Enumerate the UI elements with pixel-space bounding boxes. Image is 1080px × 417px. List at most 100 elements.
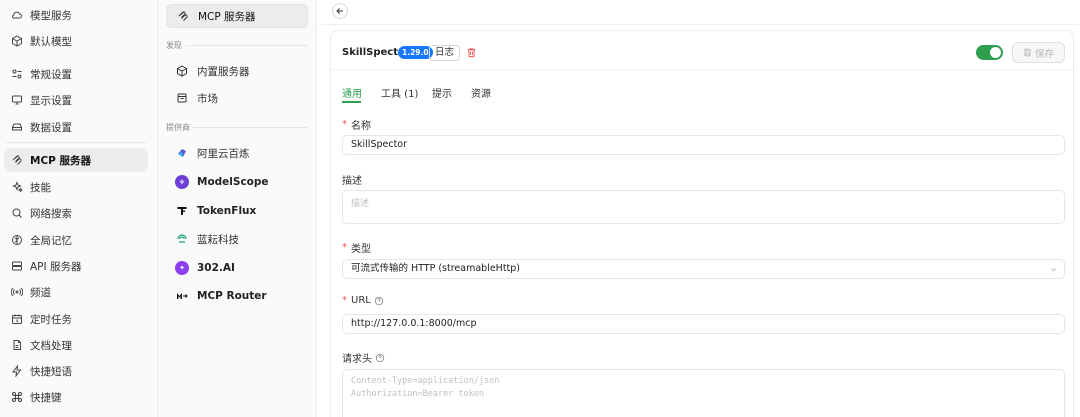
sidebar-item-scheduled-tasks[interactable]: 定时任务 bbox=[4, 307, 148, 331]
required-marker: * bbox=[342, 295, 347, 306]
hard-drive-icon bbox=[10, 120, 24, 134]
panel-item-provider-tokenflux[interactable]: TokenFlux bbox=[166, 199, 308, 223]
name-input[interactable]: SkillSpector bbox=[342, 135, 1065, 155]
panel-item-provider-lanyun[interactable]: 蓝耘科技 bbox=[166, 227, 308, 251]
panel-item-label: MCP Router bbox=[197, 290, 267, 302]
server-icon bbox=[10, 259, 24, 273]
url-label-text: URL bbox=[351, 295, 371, 306]
help-icon[interactable] bbox=[374, 296, 384, 306]
sidebar-item-quick-phrases[interactable]: 快捷短语 bbox=[4, 359, 148, 383]
panel-item-provider-mcp-router[interactable]: MCP Router bbox=[166, 284, 308, 308]
sidebar-item-default-model[interactable]: 默认模型 bbox=[4, 29, 148, 53]
description-placeholder: 描述 bbox=[351, 199, 370, 209]
sidebar-item-label: 模型服务 bbox=[30, 9, 72, 22]
sidebar-item-global-memory[interactable]: 全局记忆 bbox=[4, 228, 148, 252]
panel-item-label: 阿里云百炼 bbox=[197, 147, 250, 160]
type-field-label: * 类型 bbox=[342, 240, 371, 255]
url-field-label: * URL bbox=[342, 295, 384, 306]
tokenflux-logo-icon bbox=[175, 204, 189, 218]
headers-label-text: 请求头 bbox=[342, 354, 372, 365]
name-field-label: * 名称 bbox=[342, 117, 371, 132]
sidebar-item-mcp-servers[interactable]: MCP 服务器 bbox=[4, 148, 148, 172]
panel-item-label: ModelScope bbox=[197, 176, 269, 188]
panel-item-provider-302ai[interactable]: ✦ 302.AI bbox=[166, 256, 308, 280]
delete-button[interactable] bbox=[466, 47, 478, 59]
panel-item-label: TokenFlux bbox=[197, 205, 257, 217]
calendar-clock-icon bbox=[10, 312, 24, 326]
tab-general[interactable]: 通用 bbox=[342, 85, 362, 100]
toggle-knob bbox=[990, 47, 1001, 58]
providers-section-label: 提供商 bbox=[166, 123, 190, 132]
sidebar-item-data-settings[interactable]: 数据设置 bbox=[4, 115, 148, 139]
active-tab-indicator bbox=[342, 101, 361, 103]
sidebar-item-skills[interactable]: 技能 bbox=[4, 175, 148, 199]
description-textarea[interactable]: 描述 bbox=[342, 190, 1065, 224]
sidebar-item-channels[interactable]: 频道 bbox=[4, 280, 148, 304]
store-icon bbox=[175, 91, 189, 105]
modelscope-logo-icon: ⟡ bbox=[175, 175, 189, 189]
lanyun-logo-icon bbox=[175, 232, 189, 246]
sidebar-item-model-service[interactable]: 模型服务 bbox=[4, 3, 148, 27]
zap-icon bbox=[10, 364, 24, 378]
back-button[interactable] bbox=[332, 3, 348, 19]
sidebar-item-general-settings[interactable]: 常规设置 bbox=[4, 62, 148, 86]
headers-placeholder-line: Content-Type=application/json bbox=[351, 376, 500, 386]
headers-placeholder-line: Authorization=Bearer token bbox=[351, 389, 485, 399]
sidebar-item-label: 显示设置 bbox=[30, 94, 72, 107]
search-icon bbox=[10, 206, 24, 220]
name-label-text: 名称 bbox=[351, 121, 371, 132]
tab-tools[interactable]: 工具 (1) bbox=[381, 85, 418, 100]
help-icon[interactable] bbox=[375, 353, 385, 363]
logs-button[interactable]: 日志 bbox=[429, 45, 461, 61]
sidebar-item-display-settings[interactable]: 显示设置 bbox=[4, 88, 148, 112]
section-divider bbox=[186, 45, 308, 46]
sidebar-item-label: API 服务器 bbox=[30, 260, 82, 273]
panel-item-label: 市场 bbox=[197, 92, 218, 105]
sidebar-item-api-server[interactable]: API 服务器 bbox=[4, 254, 148, 278]
mcp-icon bbox=[10, 153, 24, 167]
settings-sliders-icon bbox=[10, 67, 24, 81]
sidebar-item-label: 全局记忆 bbox=[30, 234, 72, 247]
url-input[interactable]: http://127.0.0.1:8000/mcp bbox=[342, 314, 1065, 334]
panel-item-marketplace[interactable]: 市场 bbox=[166, 86, 308, 110]
sidebar-item-label: 数据设置 bbox=[30, 121, 72, 134]
header-divider bbox=[318, 24, 1080, 25]
panel-item-provider-bailian[interactable]: 阿里云百炼 bbox=[166, 141, 308, 165]
headers-field-label: 请求头 bbox=[342, 350, 385, 365]
sidebar-item-shortcuts[interactable]: 快捷键 bbox=[4, 385, 148, 409]
headers-textarea[interactable]: Content-Type=application/json Authorizat… bbox=[342, 369, 1065, 417]
sparkles-icon bbox=[10, 180, 24, 194]
mcp-router-logo-icon bbox=[175, 289, 189, 303]
type-select[interactable]: 可流式传输的 HTTP (streamableHttp) bbox=[342, 259, 1065, 279]
cube-icon bbox=[175, 64, 189, 78]
sidebar-item-label: 定时任务 bbox=[30, 313, 72, 326]
tab-prompts[interactable]: 提示 bbox=[432, 85, 452, 100]
panel-item-builtin-servers[interactable]: 内置服务器 bbox=[166, 59, 308, 83]
sidebar-item-label: 默认模型 bbox=[30, 35, 72, 48]
server-settings-card: SkillSpector 1.29.0 日志 保存 通用 工具 (1) 提示 资… bbox=[330, 30, 1074, 417]
discover-section-label: 发现 bbox=[166, 41, 182, 50]
sidebar-item-web-search[interactable]: 网络搜索 bbox=[4, 201, 148, 225]
version-badge: 1.29.0 bbox=[398, 46, 433, 59]
description-field-label: 描述 bbox=[342, 172, 362, 187]
required-marker: * bbox=[342, 242, 347, 253]
save-button[interactable]: 保存 bbox=[1012, 42, 1065, 63]
description-label-text: 描述 bbox=[342, 176, 362, 187]
sidebar-item-label: 技能 bbox=[30, 181, 51, 194]
panel-item-label: MCP 服务器 bbox=[198, 10, 256, 23]
302ai-logo-icon: ✦ bbox=[175, 261, 189, 275]
panel-item-label: 蓝耘科技 bbox=[197, 233, 239, 246]
sidebar-item-label: 快捷短语 bbox=[30, 365, 72, 378]
broadcast-icon bbox=[10, 285, 24, 299]
sidebar-item-label: 文档处理 bbox=[30, 339, 72, 352]
sidebar-item-label: MCP 服务器 bbox=[30, 154, 92, 167]
section-divider bbox=[192, 127, 308, 128]
arrow-left-icon bbox=[336, 8, 343, 14]
save-icon bbox=[1024, 48, 1031, 57]
required-marker: * bbox=[342, 119, 347, 130]
panel-item-mcp-servers[interactable]: MCP 服务器 bbox=[166, 4, 308, 28]
tab-resources[interactable]: 资源 bbox=[471, 85, 491, 100]
panel-item-provider-modelscope[interactable]: ⟡ ModelScope bbox=[166, 170, 308, 194]
sidebar-item-document-processing[interactable]: 文档处理 bbox=[4, 333, 148, 357]
server-enabled-toggle[interactable] bbox=[976, 45, 1003, 60]
